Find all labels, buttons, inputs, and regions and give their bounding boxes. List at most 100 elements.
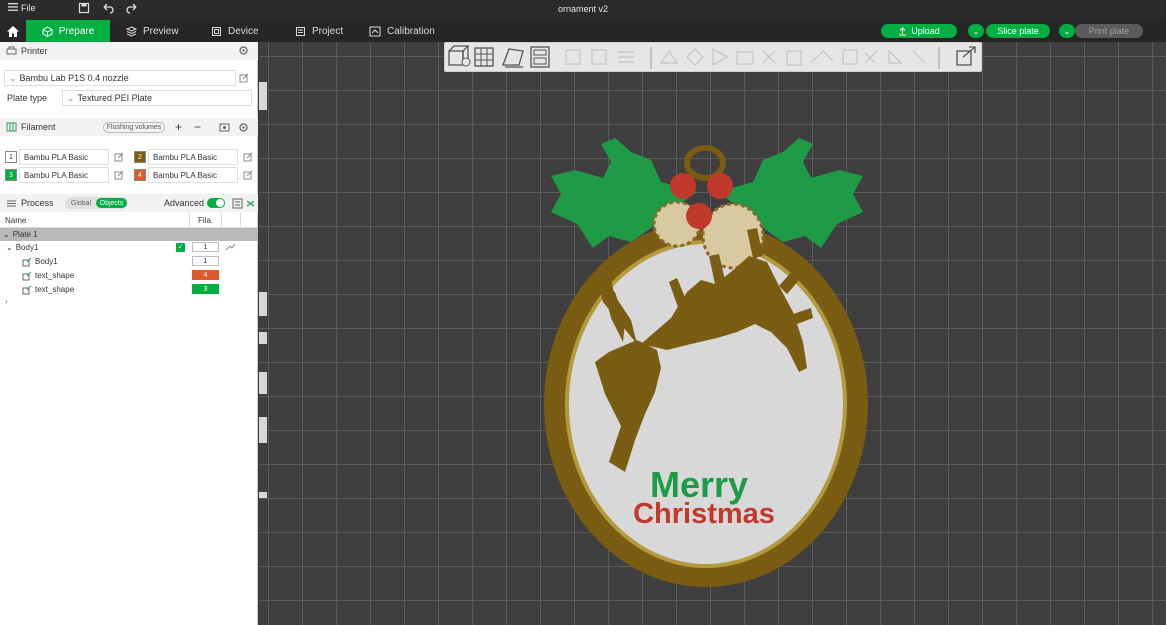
edit-icon[interactable] xyxy=(243,170,253,180)
home-button[interactable] xyxy=(0,20,26,42)
filament-color-swatch[interactable]: 4 xyxy=(134,169,146,181)
preview-icon xyxy=(126,25,137,37)
filament-color-swatch[interactable]: 3 xyxy=(5,169,17,181)
calibration-icon xyxy=(369,26,381,36)
gear-icon[interactable] xyxy=(238,45,249,56)
filament-name[interactable]: Bambu PLA Basic xyxy=(148,167,238,183)
filament-name[interactable]: Bambu PLA Basic xyxy=(19,167,109,183)
printer-model-select[interactable]: ⌄ Bambu Lab P1S 0.4 nozzle xyxy=(4,70,236,86)
tab-device-label: Device xyxy=(228,25,259,37)
global-tab[interactable]: Global xyxy=(67,198,95,208)
chevron-right-icon[interactable]: › xyxy=(5,297,8,306)
filament-color-swatch[interactable]: 2 xyxy=(134,151,146,163)
plate-label: Plate 1 xyxy=(12,230,38,239)
save-icon[interactable] xyxy=(78,2,90,16)
list-icon[interactable] xyxy=(232,198,243,209)
arrange-icon[interactable] xyxy=(530,46,550,68)
filament-slot[interactable]: 2 Bambu PLA Basic xyxy=(134,149,253,165)
object-toolbar-icons xyxy=(448,45,976,69)
hamburger-icon xyxy=(8,3,18,13)
objects-label: Objects xyxy=(99,199,124,207)
print-plate-button[interactable]: Print plate xyxy=(1075,24,1143,38)
upload-button[interactable]: Upload xyxy=(881,24,957,38)
part-row[interactable]: Body1 1 xyxy=(0,255,258,268)
printer-model-value: Bambu Lab P1S 0.4 nozzle xyxy=(19,73,129,83)
printer-icon xyxy=(6,46,17,55)
part-row[interactable]: text_shape 3 xyxy=(0,283,258,296)
tab-preview-label: Preview xyxy=(143,25,179,37)
sync-filament-icon[interactable] xyxy=(219,122,230,133)
chevron-down-icon: ⌄ xyxy=(972,26,980,36)
chevron-down-icon: ⌄ xyxy=(67,92,75,103)
undo-icon[interactable] xyxy=(102,2,114,16)
file-menu[interactable]: File xyxy=(8,3,36,13)
settings-panel: Printer ⌄ Bambu Lab P1S 0.4 nozzle Plate… xyxy=(0,42,258,625)
printer-section-header: Printer xyxy=(0,42,258,60)
filament-slot[interactable]: 4 Bambu PLA Basic xyxy=(134,167,253,183)
filament-slot[interactable]: 3 Bambu PLA Basic xyxy=(5,167,124,183)
tab-calibration[interactable]: Calibration xyxy=(369,20,435,42)
objects-tab[interactable]: Objects xyxy=(96,198,127,208)
object-row[interactable]: ⌄ Body1 ✓ 1 xyxy=(0,241,258,254)
part-icon xyxy=(22,271,32,280)
ornament-model[interactable]: Merry Christmas xyxy=(259,42,1166,625)
tab-project[interactable]: Project xyxy=(295,20,343,42)
filament-name[interactable]: Bambu PLA Basic xyxy=(19,149,109,165)
tab-prepare[interactable]: Prepare xyxy=(26,20,110,42)
filament-color-swatch[interactable]: 1 xyxy=(5,151,17,163)
flushing-volumes-button[interactable]: Flushing volumes xyxy=(103,122,165,133)
advanced-toggle[interactable] xyxy=(207,198,225,208)
part-filament-box[interactable]: 4 xyxy=(192,270,219,280)
filament-icon xyxy=(6,122,17,132)
object-list-header: Name Fila. xyxy=(0,213,258,228)
flushing-volumes-label: Flushing volumes xyxy=(106,124,162,131)
add-filament-button[interactable]: + xyxy=(175,120,182,134)
slice-plate-button[interactable]: Slice plate xyxy=(986,24,1050,38)
printer-section-title: Printer xyxy=(21,46,48,56)
object-name: Body1 xyxy=(15,243,39,252)
edit-icon[interactable] xyxy=(114,152,124,162)
edit-icon[interactable] xyxy=(243,152,253,162)
name-column-header: Name xyxy=(5,216,27,225)
compare-icon[interactable] xyxy=(245,198,256,209)
print-dropdown-button[interactable]: ⌄ xyxy=(1059,24,1075,38)
gear-icon[interactable] xyxy=(238,122,249,133)
edit-icon[interactable] xyxy=(114,170,124,180)
plate-type-select[interactable]: ⌄ Textured PEI Plate xyxy=(62,90,252,106)
title-bar: File ornament v2 xyxy=(0,0,1166,20)
tab-calibration-label: Calibration xyxy=(387,25,435,37)
part-name: Body1 xyxy=(35,257,58,266)
slice-dropdown-button[interactable]: ⌄ xyxy=(968,24,984,38)
part-row[interactable]: text_shape 4 xyxy=(0,269,258,282)
part-filament-box[interactable]: 1 xyxy=(192,256,219,266)
tab-device[interactable]: Device xyxy=(211,20,259,42)
edit-icon[interactable] xyxy=(239,73,249,83)
plate-row[interactable]: ⌄ Plate 1 xyxy=(0,228,258,241)
edit-settings-icon[interactable] xyxy=(225,243,236,252)
checkbox-checked[interactable]: ✓ xyxy=(176,243,185,252)
global-label: Global xyxy=(70,199,92,207)
tab-preview[interactable]: Preview xyxy=(126,20,179,42)
filament-section-title: Filament xyxy=(21,122,56,132)
part-filament-box[interactable]: 3 xyxy=(192,284,219,294)
prepare-icon xyxy=(42,25,53,37)
assembly-icon[interactable] xyxy=(956,46,976,66)
upload-label: Upload xyxy=(911,26,940,36)
window-title: ornament v2 xyxy=(557,4,609,14)
filament-name[interactable]: Bambu PLA Basic xyxy=(148,149,238,165)
redo-icon[interactable] xyxy=(126,2,138,16)
project-icon xyxy=(296,26,305,36)
object-filament-box[interactable]: 1 xyxy=(192,242,219,252)
add-object-icon[interactable] xyxy=(448,45,471,67)
process-icon xyxy=(7,200,16,207)
3d-viewport[interactable]: Merry Christmas xyxy=(259,42,1166,625)
auto-orient-icon[interactable] xyxy=(502,48,524,68)
process-section-title: Process xyxy=(21,198,54,208)
device-icon xyxy=(212,26,221,36)
plate-type-value: Textured PEI Plate xyxy=(77,93,153,103)
christmas-text: Christmas xyxy=(633,498,775,530)
add-plate-icon[interactable] xyxy=(474,47,494,67)
remove-filament-button[interactable]: − xyxy=(194,120,201,134)
chevron-down-icon: ⌄ xyxy=(1063,26,1071,36)
filament-slot[interactable]: 1 Bambu PLA Basic xyxy=(5,149,124,165)
